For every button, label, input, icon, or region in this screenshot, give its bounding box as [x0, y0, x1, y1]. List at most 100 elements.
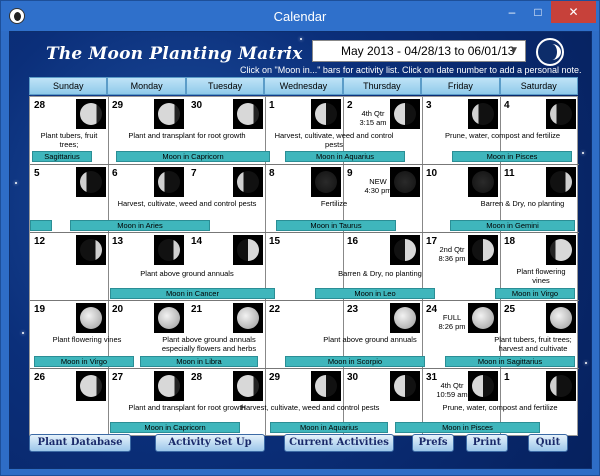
date-range-dropdown[interactable]: May 2013 - 04/28/13 to 06/01/13 ▼ [312, 40, 526, 62]
current-activities-button[interactable]: Current Activities [284, 434, 394, 452]
date-number[interactable]: 20 [112, 304, 123, 315]
activity-setup-button[interactable]: Activity Set Up [155, 434, 265, 452]
moon-sign-bar[interactable]: Moon in Capricorn [110, 422, 240, 433]
date-number[interactable]: 23 [347, 304, 358, 315]
day-divider [265, 165, 266, 232]
moon-phase-icon [76, 99, 106, 129]
plant-database-button[interactable]: Plant Database [29, 434, 131, 452]
moon-phase-icon [546, 167, 576, 197]
phase-note: 4th Qtr 10:59 am [434, 381, 470, 399]
quit-button[interactable]: Quit [528, 434, 568, 452]
date-number[interactable]: 16 [347, 236, 358, 247]
moon-sign-bar[interactable]: Moon in Leo [315, 288, 435, 299]
prefs-button[interactable]: Prefs [412, 434, 454, 452]
moon-sign-bar[interactable]: Moon in Libra [140, 356, 258, 367]
moon-phase-icon [233, 167, 263, 197]
moon-sign-bar[interactable]: Moon in Taurus [276, 220, 396, 231]
date-number[interactable]: 3 [426, 100, 432, 111]
calendar-grid: 28 29 30 1 2 4th Qtr 3:15 am 3 4 Plant tu… [29, 96, 579, 436]
activity-text: Fertilize [320, 199, 348, 208]
date-number[interactable]: 7 [191, 168, 197, 179]
moon-sign-bar[interactable]: Sagittarius [32, 151, 92, 162]
moon-sign-bar[interactable]: Moon in Cancer [110, 288, 275, 299]
date-number[interactable]: 28 [34, 100, 45, 111]
date-number[interactable]: 18 [504, 236, 515, 247]
date-number[interactable]: 8 [269, 168, 275, 179]
date-number[interactable]: 25 [504, 304, 515, 315]
phase-time: 8:26 pm [438, 322, 466, 331]
minimize-button[interactable]: – [499, 1, 525, 23]
date-number[interactable]: 1 [269, 100, 275, 111]
moon-phase-icon [468, 167, 498, 197]
moon-phase-icon [154, 99, 184, 129]
moon-sign-bar[interactable]: Moon in Capricorn [116, 151, 270, 162]
title-bar[interactable]: Calendar – □ ✕ [1, 1, 599, 31]
app-client-area: The Moon Planting Matrix May 2013 - 04/2… [9, 31, 592, 469]
activity-text: Barren & Dry, no planting [480, 199, 565, 208]
date-number[interactable]: 10 [426, 168, 437, 179]
star-decoration [22, 332, 24, 334]
day-divider [422, 97, 423, 164]
date-number[interactable]: 28 [191, 372, 202, 383]
date-number[interactable]: 27 [112, 372, 123, 383]
date-number[interactable]: 29 [269, 372, 280, 383]
moon-sign-bar[interactable]: Moon in Sagittarius [445, 356, 575, 367]
date-number[interactable]: 13 [112, 236, 123, 247]
date-number[interactable]: 11 [504, 168, 515, 179]
date-number[interactable]: 21 [191, 304, 202, 315]
moon-sign-bar[interactable]: Moon in Virgo [495, 288, 575, 299]
moon-sign-bar-edge[interactable] [30, 220, 52, 231]
phase-label: 4th Qtr [361, 109, 385, 118]
chevron-down-icon[interactable]: ▼ [509, 41, 519, 61]
date-number[interactable]: 5 [34, 168, 40, 179]
date-number[interactable]: 1 [504, 372, 510, 383]
moon-sign-bar[interactable]: Moon in Pisces [395, 422, 540, 433]
activity-text: Plant flowering vines [52, 335, 122, 344]
moon-sign-bar[interactable]: Moon in Scorpio [285, 356, 425, 367]
date-number[interactable]: 2 [347, 100, 353, 111]
date-number[interactable]: 6 [112, 168, 118, 179]
date-number[interactable]: 29 [112, 100, 123, 111]
moon-phase-icon [468, 303, 498, 333]
moon-phase-icon [76, 303, 106, 333]
star-decoration [300, 38, 302, 40]
moon-phase-icon [390, 167, 420, 197]
date-number[interactable]: 19 [34, 304, 45, 315]
phase-note: 4th Qtr 3:15 am [355, 109, 391, 127]
date-number[interactable]: 26 [34, 372, 45, 383]
date-number[interactable]: 30 [191, 100, 202, 111]
activity-text: Plant tubers, fruit trees; harvest and c… [494, 335, 572, 353]
date-number[interactable]: 14 [191, 236, 202, 247]
week-row: 28 29 30 1 2 4th Qtr 3:15 am 3 4 Plant tu… [30, 97, 579, 165]
print-button[interactable]: Print [466, 434, 508, 452]
close-button[interactable]: ✕ [551, 1, 596, 23]
phase-time: 8:36 pm [438, 254, 466, 263]
moon-sign-bar[interactable]: Moon in Pisces [452, 151, 572, 162]
day-divider [108, 97, 109, 164]
activity-text: Harvest, cultivate, weed and control pes… [274, 131, 394, 149]
moon-sign-bar[interactable]: Moon in Aquarius [270, 422, 388, 433]
date-number[interactable]: 12 [34, 236, 45, 247]
moon-sign-bar[interactable]: Moon in Aquarius [285, 151, 405, 162]
moon-phase-icon [154, 167, 184, 197]
weekday-wednesday: Wednesday [264, 77, 343, 95]
date-number[interactable]: 15 [269, 236, 280, 247]
moon-phase-icon [390, 371, 420, 401]
date-number[interactable]: 22 [269, 304, 280, 315]
activity-text: Prune, water, compost and fertilize [444, 131, 561, 140]
week-row: 5 6 7 8 9 NEW 4:30 pm 10 11 Harvest, cult… [30, 165, 579, 233]
moon-sign-bar[interactable]: Moon in Gemini [450, 220, 575, 231]
maximize-button[interactable]: □ [525, 1, 551, 23]
date-number[interactable]: 4 [504, 100, 510, 111]
phase-note: 2nd Qtr 8:36 pm [434, 245, 470, 263]
day-divider [108, 233, 109, 300]
moon-phase-icon [154, 371, 184, 401]
moon-sign-bar[interactable]: Moon in Aries [70, 220, 210, 231]
weekday-sunday: Sunday [29, 77, 108, 95]
date-number[interactable]: 9 [347, 168, 353, 179]
activity-text: Plant and transplant for root growth [128, 131, 246, 140]
app-title: The Moon Planting Matrix [46, 44, 303, 64]
activity-text: Barren & Dry, no planting [338, 269, 422, 278]
moon-sign-bar[interactable]: Moon in Virgo [34, 356, 134, 367]
date-number[interactable]: 30 [347, 372, 358, 383]
